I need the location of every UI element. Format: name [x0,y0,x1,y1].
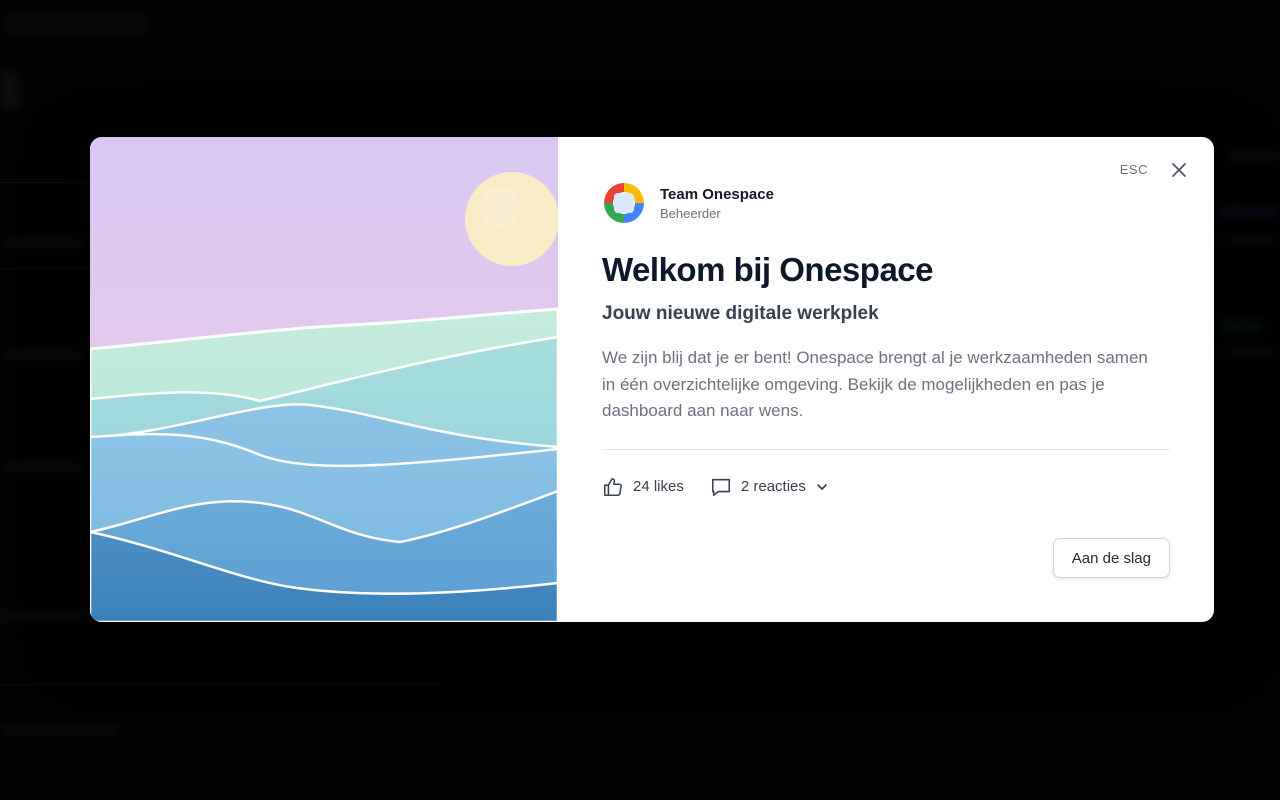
modal-subtitle: Jouw nieuwe digitale werkplek [602,303,879,324]
hero-illustration [90,137,558,622]
comment-icon [711,478,730,496]
modal-title: Welkom bij Onespace [602,251,934,288]
sun-texture [480,187,520,227]
modal-body: We zijn blij dat je er bent! Onespace br… [602,348,1148,420]
comments-count: 2 reacties [740,478,806,495]
avatar [604,183,644,223]
thumbs-up-icon [603,477,622,496]
chevron-down-icon [817,483,827,490]
author-role: Beheerder [660,205,721,221]
welcome-modal: ESC Team Onespace Beheerder Welkom bij O… [90,137,1214,622]
reaction-bar: 24 likes 2 reacties [602,476,1170,498]
likes-count: 24 likes [633,478,684,495]
modal-content: ESC Team Onespace Beheerder Welkom bij O… [558,137,1214,622]
author-text: Team Onespace Beheerder [660,186,774,221]
author-block: Team Onespace Beheerder [602,181,1170,225]
esc-hint: ESC [1119,162,1148,177]
like-button[interactable]: 24 likes [602,476,684,498]
close-button[interactable] [1168,159,1190,181]
close-icon [1172,163,1186,177]
comments-toggle[interactable]: 2 reacties [710,476,829,498]
get-started-button[interactable]: Aan de slag [1052,538,1170,578]
author-name: Team Onespace [660,185,774,203]
divider [602,448,1170,450]
